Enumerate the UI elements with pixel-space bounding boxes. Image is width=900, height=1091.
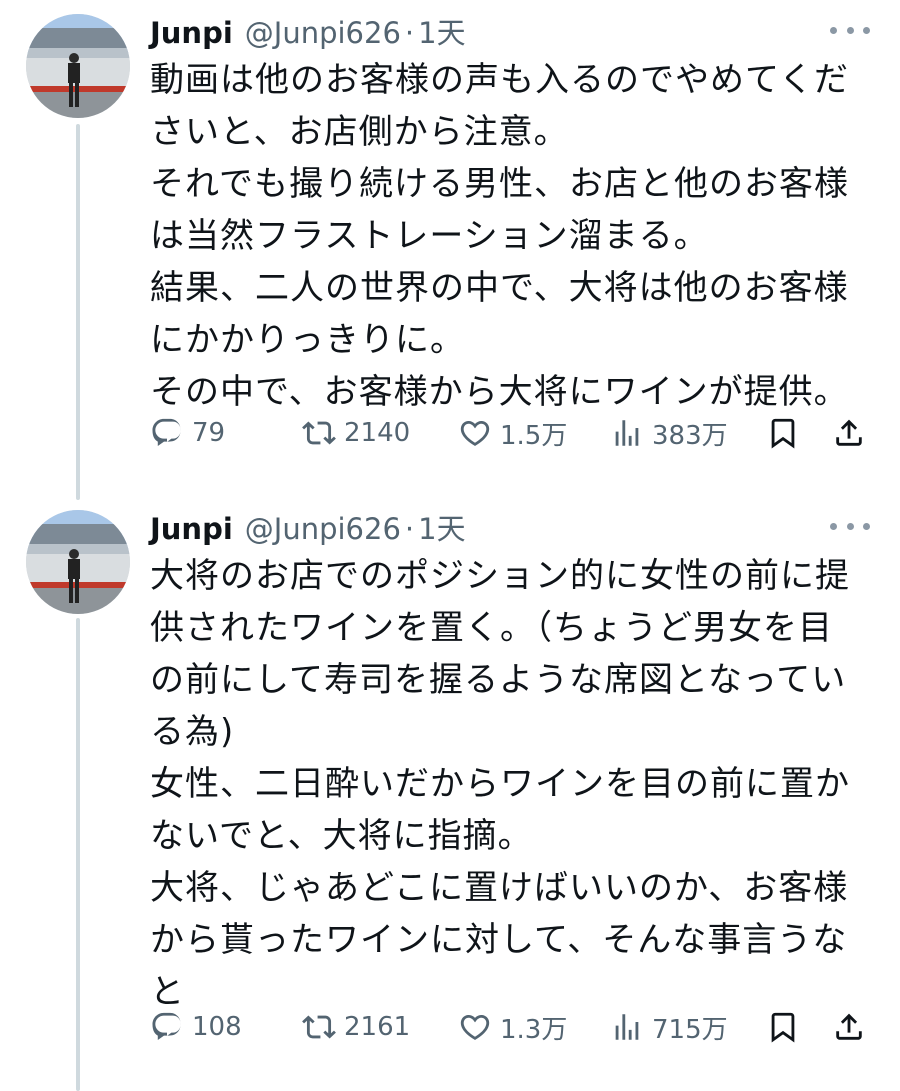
- views-count: 383万: [652, 420, 728, 451]
- retweet-button[interactable]: 2140: [302, 411, 410, 455]
- share-icon: [836, 419, 862, 446]
- like-count: 1.3万: [500, 1014, 568, 1045]
- reply-icon: [152, 418, 181, 447]
- more-icon[interactable]: [830, 514, 870, 538]
- like-count: 1.5万: [500, 420, 568, 451]
- retweet-button[interactable]: 2161: [302, 1005, 410, 1049]
- bookmark-icon: [771, 418, 795, 449]
- share-button[interactable]: [832, 1005, 866, 1049]
- tweet-line: 女性、二日酔いだからワインを目の前に置か: [150, 764, 850, 804]
- retweet-icon: [302, 1015, 336, 1039]
- share-icon: [836, 1013, 862, 1040]
- tweet-text: 動画は他のお客様の声も入るのでやめてくだ さいと、お店側から注意。 それでも撮り…: [150, 54, 850, 418]
- tweet-text: 大将のお店でのポジション的に女性の前に提 供されたワインを置く。（ちょうど男女を…: [150, 550, 850, 1018]
- tweet-line: 大将のお店でのポジション的に女性の前に提: [150, 556, 850, 596]
- tweet-line: る為): [150, 712, 235, 752]
- thread-line: [76, 618, 80, 1091]
- retweet-count: 2140: [344, 418, 411, 448]
- tweet-header: Junpi @Junpi626 · 1天: [150, 506, 466, 546]
- reply-button[interactable]: 108: [150, 1005, 242, 1049]
- bookmark-button[interactable]: [766, 411, 800, 455]
- reply-icon: [152, 1012, 181, 1041]
- reply-count: 79: [192, 418, 226, 448]
- like-button[interactable]: 1.5万: [458, 411, 567, 455]
- views-icon: [615, 1014, 639, 1040]
- views-button[interactable]: 383万: [610, 411, 728, 455]
- timestamp[interactable]: 1天: [418, 10, 465, 52]
- author-handle[interactable]: @Junpi626: [245, 512, 401, 546]
- tweet-line: ないでと、大将に指摘。: [150, 816, 533, 856]
- tweet-line: さいと、お店側から注意。: [150, 112, 569, 152]
- retweet-count: 2161: [344, 1012, 411, 1042]
- tweet-line: は当然フラストレーション溜まる。: [150, 216, 709, 256]
- views-button[interactable]: 715万: [610, 1005, 728, 1049]
- timestamp[interactable]: 1天: [418, 506, 465, 548]
- avatar[interactable]: [26, 14, 130, 118]
- views-icon: [615, 420, 639, 446]
- author-name[interactable]: Junpi: [150, 16, 233, 50]
- bookmark-icon: [771, 1012, 795, 1043]
- avatar-image: [26, 14, 130, 118]
- bookmark-button[interactable]: [766, 1005, 800, 1049]
- tweet-line: から貰ったワインに対して、そんな事言うな: [150, 920, 848, 960]
- heart-icon: [460, 420, 490, 446]
- tweet-line: 結果、二人の世界の中で、大将は他のお客様: [150, 268, 849, 308]
- reply-button[interactable]: 79: [150, 411, 225, 455]
- tweet-line: にかかりっきりに。: [150, 320, 465, 360]
- views-count: 715万: [652, 1014, 728, 1045]
- tweet-header: Junpi @Junpi626 · 1天: [150, 10, 466, 50]
- tweet[interactable]: Junpi @Junpi626 · 1天 動画は他のお客様の声も入るのでやめてく…: [0, 0, 900, 500]
- avatar-image: [26, 510, 130, 614]
- action-bar: 79 2140 1.5万 383万: [150, 411, 870, 455]
- separator: ·: [404, 16, 415, 50]
- tweet-line: 動画は他のお客様の声も入るのでやめてくだ: [150, 60, 849, 100]
- heart-icon: [460, 1014, 490, 1040]
- author-name[interactable]: Junpi: [150, 512, 233, 546]
- tweet-line: の前にして寿司を握るような席図となってい: [150, 660, 847, 700]
- tweet-line: それでも撮り続ける男性、お店と他のお客様: [150, 164, 849, 204]
- share-button[interactable]: [832, 411, 866, 455]
- author-handle[interactable]: @Junpi626: [245, 16, 401, 50]
- thread-line: [76, 124, 80, 500]
- reply-count: 108: [192, 1012, 242, 1042]
- separator: ·: [404, 512, 415, 546]
- retweet-icon: [302, 421, 336, 445]
- tweet-line: 大将、じゃあどこに置けばいいのか、お客様: [150, 868, 849, 908]
- tweet[interactable]: Junpi @Junpi626 · 1天 大将のお店でのポジション的に女性の前に…: [0, 500, 900, 1091]
- tweet-line: 供されたワインを置く。（ちょうど男女を目: [150, 608, 833, 648]
- avatar[interactable]: [26, 510, 130, 614]
- action-bar: 108 2161 1.3万 715万: [150, 1005, 870, 1049]
- more-icon[interactable]: [830, 18, 870, 42]
- like-button[interactable]: 1.3万: [458, 1005, 567, 1049]
